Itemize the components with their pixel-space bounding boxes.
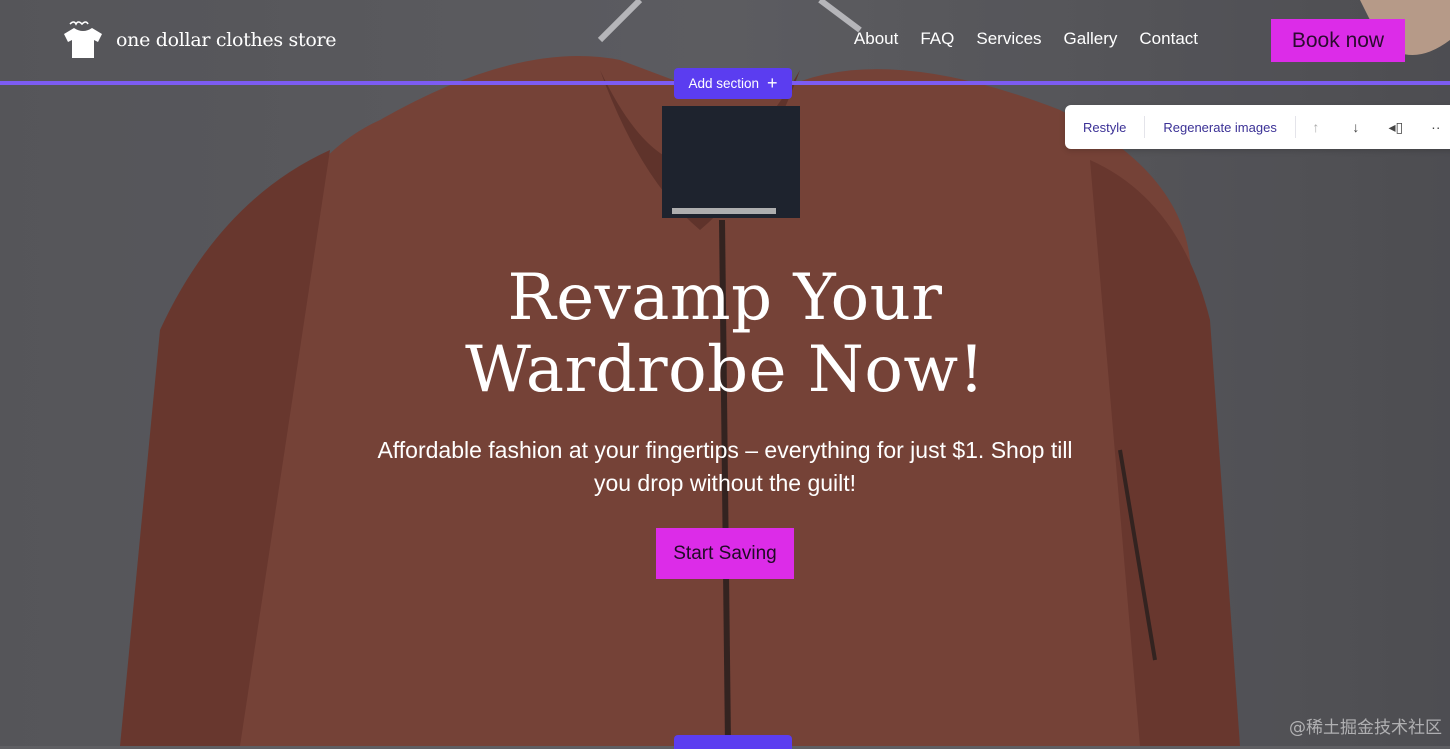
- nav-about[interactable]: About: [854, 29, 898, 49]
- restyle-button[interactable]: Restyle: [1065, 120, 1144, 135]
- tshirt-logo-icon: [64, 21, 102, 58]
- start-saving-button[interactable]: Start Saving: [656, 528, 794, 579]
- logo-text: one dollar clothes store: [116, 29, 337, 51]
- add-section-tab-bottom[interactable]: [674, 735, 792, 749]
- regenerate-images-button[interactable]: Regenerate images: [1145, 120, 1294, 135]
- nav-services[interactable]: Services: [976, 29, 1041, 49]
- plus-icon: +: [767, 72, 778, 93]
- section-toolbar: Restyle Regenerate images ↑ ↓ ◂▯ ··: [1065, 105, 1450, 149]
- arrow-down-icon[interactable]: ↓: [1336, 119, 1376, 135]
- add-section-label: Add section: [688, 76, 760, 91]
- nav-gallery[interactable]: Gallery: [1064, 29, 1118, 49]
- book-now-button[interactable]: Book now: [1271, 19, 1405, 62]
- hero-subtext: Affordable fashion at your fingertips – …: [377, 437, 1073, 496]
- main-nav: About FAQ Services Gallery Contact: [854, 29, 1198, 49]
- add-section-button[interactable]: Add section +: [674, 68, 792, 99]
- hero-headline: Revamp Your Wardrobe Now!: [465, 261, 985, 407]
- arrow-up-icon[interactable]: ↑: [1296, 119, 1336, 135]
- nav-faq[interactable]: FAQ: [920, 29, 954, 49]
- logo[interactable]: one dollar clothes store: [60, 20, 336, 60]
- watermark: @稀土掘金技术社区: [1289, 718, 1442, 738]
- hero-section: Revamp Your Wardrobe Now! Affordable fas…: [0, 262, 1450, 579]
- nav-contact[interactable]: Contact: [1139, 29, 1198, 49]
- swap-layout-icon[interactable]: ◂▯: [1376, 119, 1416, 136]
- more-options-icon[interactable]: ··: [1416, 119, 1450, 135]
